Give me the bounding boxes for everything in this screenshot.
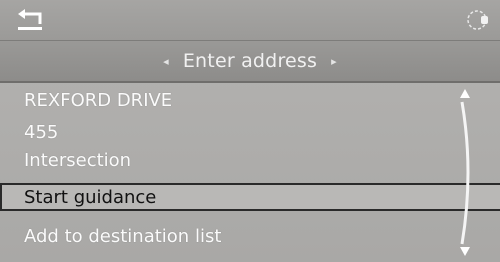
list-item-street[interactable]: REXFORD DRIVE — [0, 87, 500, 115]
scroll-down-arrow-icon[interactable] — [460, 247, 470, 256]
list-item-intersection[interactable]: Intersection — [0, 147, 500, 175]
menu-list: REXFORD DRIVE 455 Intersection Start gui… — [0, 83, 500, 262]
header-title: ◂ Enter address ▸ — [0, 41, 500, 81]
page-title: Enter address — [182, 50, 318, 72]
list-item-house-number[interactable]: 455 — [0, 119, 500, 147]
back-button[interactable] — [14, 6, 50, 34]
scroll-up-arrow-icon[interactable] — [460, 89, 470, 98]
list-item-add-to-destination-list[interactable]: Add to destination list — [0, 223, 500, 251]
navigation-screen: ◂ Enter address ▸ REXFORD DRIVE 455 Inte… — [0, 0, 500, 262]
back-arrow-icon — [18, 9, 42, 30]
header-band: ◂ Enter address ▸ — [0, 41, 500, 83]
prev-arrow-icon[interactable]: ◂ — [163, 55, 169, 68]
list-item-start-guidance[interactable]: Start guidance — [0, 183, 500, 211]
top-bar — [0, 0, 500, 41]
idrive-controller-icon — [464, 6, 490, 34]
scrollbar[interactable] — [458, 86, 488, 258]
next-arrow-icon[interactable]: ▸ — [331, 55, 337, 68]
